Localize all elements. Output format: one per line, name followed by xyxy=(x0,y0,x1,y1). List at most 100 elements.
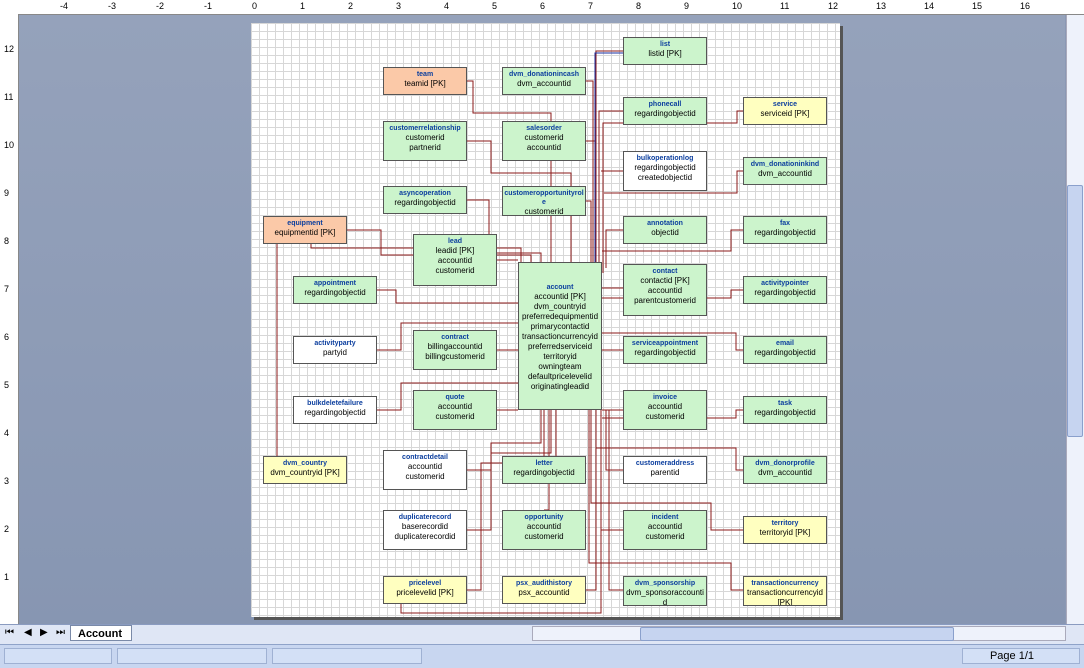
entity-customeropportunityrole[interactable]: customeropportunityrol e customerid xyxy=(502,186,586,216)
entity-incident[interactable]: incident accountid customerid xyxy=(623,510,707,550)
entity-field: customerid xyxy=(435,266,475,275)
entity-equipment[interactable]: equipment equipmentid [PK] xyxy=(263,216,347,244)
entity-list[interactable]: list listid [PK] xyxy=(623,37,707,65)
entity-title: invoice xyxy=(652,394,678,401)
entity-transactioncurrency[interactable]: transactioncurrency transactioncurrencyi… xyxy=(743,576,827,606)
entity-customeraddress[interactable]: customeraddress parentid xyxy=(623,456,707,484)
ruler-tick-label: 12 xyxy=(828,1,839,11)
vertical-scroll-thumb[interactable] xyxy=(1067,185,1083,437)
diagram-page[interactable]: team teamid [PK] dvm_donationincash dvm_… xyxy=(251,23,840,617)
ruler-tick-label: 10 xyxy=(732,1,743,11)
entity-territory[interactable]: territory territoryid [PK] xyxy=(743,516,827,544)
entity-pricelevel[interactable]: pricelevel pricelevelid [PK] xyxy=(383,576,467,604)
entity-activityparty[interactable]: activityparty partyid xyxy=(293,336,377,364)
entity-field: regardingobjectid xyxy=(634,163,696,172)
entity-duplicaterecord[interactable]: duplicaterecord baserecordid duplicatere… xyxy=(383,510,467,550)
ruler-tick-label: 7 xyxy=(4,284,10,294)
entity-opportunity[interactable]: opportunity accountid customerid xyxy=(502,510,586,550)
ruler-tick-label: 9 xyxy=(684,1,690,11)
entity-field: customerid xyxy=(435,412,475,421)
entity-title: phonecall xyxy=(648,101,682,108)
entity-bulkdeletefailure[interactable]: bulkdeletefailure regardingobjectid xyxy=(293,396,377,424)
horizontal-scroll-thumb[interactable] xyxy=(640,627,954,641)
entity-contractdetail[interactable]: contractdetail accountid customerid xyxy=(383,450,467,490)
ruler-tick-label: 3 xyxy=(396,1,402,11)
entity-annotation[interactable]: annotation objectid xyxy=(623,216,707,244)
ruler-tick-label: 10 xyxy=(4,140,15,150)
entity-contract[interactable]: contract billingaccountid billingcustome… xyxy=(413,330,497,370)
entity-title: pricelevel xyxy=(408,580,442,587)
entity-contact[interactable]: contact contactid [PK] accountid parentc… xyxy=(623,264,707,316)
ruler-tick-label: 8 xyxy=(636,1,642,11)
entity-team[interactable]: team teamid [PK] xyxy=(383,67,467,95)
next-sheet-icon[interactable]: ▶ xyxy=(40,627,48,638)
entity-lead[interactable]: lead leadid [PK] accountid customerid xyxy=(413,234,497,286)
entity-field: accountid xyxy=(437,402,473,411)
tab-account[interactable]: Account xyxy=(70,625,132,641)
entity-service[interactable]: service serviceid [PK] xyxy=(743,97,827,125)
entity-title: letter xyxy=(535,460,553,467)
entity-serviceappointment[interactable]: serviceappointment regardingobjectid xyxy=(623,336,707,364)
relationship-line xyxy=(586,200,592,262)
vertical-ruler: 12 11 10 9 8 7 6 5 4 3 2 1 xyxy=(0,14,19,624)
entity-field: partyid xyxy=(322,348,347,357)
entity-field: equipmentid [PK] xyxy=(274,228,336,237)
entity-invoice[interactable]: invoice accountid customerid xyxy=(623,390,707,430)
ruler-tick-label: 9 xyxy=(4,188,10,198)
entity-title: dvm_donationinkind xyxy=(750,161,820,168)
ruler-tick-label: 11 xyxy=(780,1,790,11)
entity-field: regardingobjectid xyxy=(304,288,366,297)
entity-asyncoperation[interactable]: asyncoperation regardingobjectid xyxy=(383,186,467,214)
entity-account[interactable]: account accountid [PK] dvm_countryid pre… xyxy=(518,262,602,410)
entity-appointment[interactable]: appointment regardingobjectid xyxy=(293,276,377,304)
entity-field: regardingobjectid xyxy=(513,468,575,477)
relationship-line xyxy=(605,229,623,268)
entity-title: contract xyxy=(441,334,469,341)
entity-phonecall[interactable]: phonecall regardingobjectid xyxy=(623,97,707,125)
relationship-line xyxy=(467,410,557,591)
entity-email[interactable]: email regardingobjectid xyxy=(743,336,827,364)
entity-dvm-donationincash[interactable]: dvm_donationincash dvm_accountid xyxy=(502,67,586,95)
ruler-tick-label: 11 xyxy=(4,92,14,102)
entity-salesorder[interactable]: salesorder customerid accountid xyxy=(502,121,586,161)
entity-field: billingaccountid xyxy=(427,342,483,351)
entity-field: customerid xyxy=(524,532,564,541)
ruler-tick-label: 12 xyxy=(4,44,15,54)
entity-title: quote xyxy=(445,394,465,401)
ruler-tick-label: 7 xyxy=(588,1,594,11)
entity-letter[interactable]: letter regardingobjectid xyxy=(502,456,586,484)
entity-quote[interactable]: quote accountid customerid xyxy=(413,390,497,430)
ruler-tick-label: 6 xyxy=(540,1,546,11)
entity-title: salesorder xyxy=(526,125,562,132)
entity-dvm-country[interactable]: dvm_country dvm_countryid [PK] xyxy=(263,456,347,484)
entity-title: list xyxy=(659,41,671,48)
ruler-tick-label: 15 xyxy=(972,1,983,11)
entity-fax[interactable]: fax regardingobjectid xyxy=(743,216,827,244)
entity-title: team xyxy=(416,71,434,78)
status-cell xyxy=(117,648,267,664)
last-sheet-icon[interactable]: ⏭ xyxy=(56,627,65,638)
entity-title: account xyxy=(546,284,574,291)
entity-dvm-donorprofile[interactable]: dvm_donorprofile dvm_accountid xyxy=(743,456,827,484)
entity-field: customerid xyxy=(524,133,564,142)
entity-psx-audithistory[interactable]: psx_audithistory psx_accountid xyxy=(502,576,586,604)
entity-field: transactioncurrencyid xyxy=(521,332,599,341)
entity-field: transactioncurrencyid [PK] xyxy=(746,588,824,606)
entity-title: bulkdeletefailure xyxy=(307,400,363,407)
entity-field: duplicaterecordid xyxy=(394,532,456,541)
entity-field: serviceid [PK] xyxy=(760,109,810,118)
entity-activitypointer[interactable]: activitypointer regardingobjectid xyxy=(743,276,827,304)
entity-field: accountid xyxy=(526,522,562,531)
entity-field: preferredserviceid xyxy=(527,342,593,351)
entity-bulkoperationlog[interactable]: bulkoperationlog regardingobjectid creat… xyxy=(623,151,707,191)
entity-task[interactable]: task regardingobjectid xyxy=(743,396,827,424)
first-sheet-icon[interactable]: ⏮ xyxy=(5,627,14,638)
entity-dvm-sponsorship[interactable]: dvm_sponsorship dvm_sponsoraccounti d xyxy=(623,576,707,606)
page-indicator: Page 1/1 xyxy=(989,650,1034,662)
ruler-tick-label: 1 xyxy=(300,1,306,11)
entity-title: opportunity xyxy=(524,514,564,521)
entity-customerrelationship[interactable]: customerrelationship customerid partneri… xyxy=(383,121,467,161)
prev-sheet-icon[interactable]: ◀ xyxy=(24,627,32,638)
entity-field: parentcustomerid xyxy=(634,296,696,305)
entity-dvm-donationinkind[interactable]: dvm_donationinkind dvm_accountid xyxy=(743,157,827,185)
